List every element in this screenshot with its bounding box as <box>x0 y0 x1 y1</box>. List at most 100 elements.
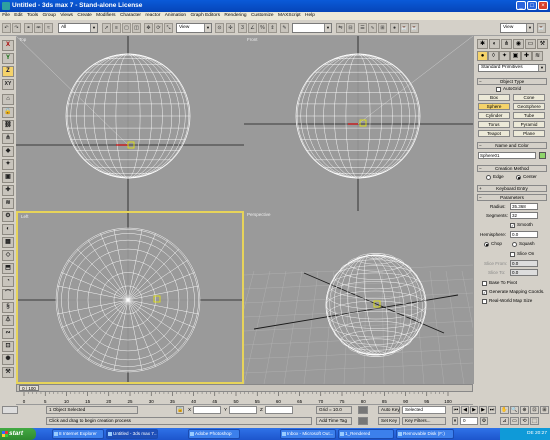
fence-icon[interactable]: ⌂ <box>2 94 14 105</box>
viewport-perspective[interactable]: Perspective <box>244 211 473 384</box>
sphere-button[interactable]: Sphere <box>478 103 510 110</box>
selection-filter-dropdown[interactable]: All ▼ <box>58 23 98 33</box>
object-name-input[interactable]: Sphere01 <box>478 152 536 159</box>
menu-customize[interactable]: Customize <box>249 12 276 20</box>
edge-radio[interactable] <box>486 175 491 180</box>
redo-icon[interactable]: ↷ <box>12 23 21 33</box>
menu-maxscript[interactable]: MAXScript <box>276 12 303 20</box>
lock-icon[interactable]: 🔒 <box>2 107 14 118</box>
geometry-icon[interactable]: ● <box>477 51 488 61</box>
unlink-icon[interactable]: ⚮ <box>34 23 43 33</box>
taskbar-item[interactable]: 1_Rendered <box>338 429 394 439</box>
maximize-button[interactable]: □ <box>527 1 537 10</box>
previous-frame-icon[interactable]: ◀ <box>461 406 469 414</box>
add-time-tag-button[interactable]: Add Time Tag <box>316 417 352 425</box>
next-frame-icon[interactable]: ▶ <box>479 406 487 414</box>
go-to-end-icon[interactable]: ⏭ <box>488 406 496 414</box>
link-icon[interactable]: ⛓ <box>2 120 14 131</box>
object-type-rollout[interactable]: − Object Type <box>477 78 547 85</box>
lights-icon[interactable]: ✦ <box>499 51 510 61</box>
menu-rendering[interactable]: Rendering <box>222 12 249 20</box>
z-axis-constraint-button[interactable]: Z <box>2 66 14 77</box>
key-mode-toggle-icon[interactable]: ⏸ <box>452 417 458 425</box>
hierarchy-tab-icon[interactable]: ⋔ <box>501 39 512 49</box>
menu-group[interactable]: Group <box>40 12 58 20</box>
select-link-icon[interactable]: ⚭ <box>24 23 33 33</box>
key-filters-button[interactable]: Key Filters... <box>402 417 446 425</box>
z-coord-input[interactable] <box>265 406 293 414</box>
systems-icon[interactable]: ⚙ <box>2 211 14 222</box>
modifier-icon[interactable]: ◐ <box>2 224 14 235</box>
start-button[interactable]: start <box>0 428 36 440</box>
radius-input[interactable]: 35.368 <box>510 203 538 210</box>
unwrap-icon[interactable]: ▦ <box>2 237 14 248</box>
x-coord-input[interactable] <box>193 406 221 414</box>
primitive-category-dropdown[interactable]: Standard Primitives ▼ <box>478 64 546 72</box>
creation-method-rollout[interactable]: − Creation Method <box>477 165 547 172</box>
real-world-map-checkbox[interactable] <box>482 299 487 304</box>
shapes-icon[interactable]: ◆ <box>2 146 14 157</box>
taskbar-item[interactable]: Inbox - Microsoft Out... <box>280 429 336 439</box>
tube-button[interactable]: Tube <box>513 112 545 119</box>
taper-icon[interactable]: ⏃ <box>2 315 14 326</box>
time-slider[interactable]: 0 / 100 <box>16 384 473 392</box>
extrude-icon[interactable]: ⬒ <box>2 263 14 274</box>
viewport-top[interactable]: Top <box>16 36 244 211</box>
generate-mapping-checkbox[interactable]: ✓ <box>482 290 487 295</box>
utilities-icon[interactable]: ⚒ <box>2 367 14 378</box>
render-last-icon[interactable]: ☕ <box>537 23 546 33</box>
quick-render-icon[interactable]: ☕ <box>410 23 419 33</box>
material-editor-icon[interactable]: ● <box>390 23 399 33</box>
hemisphere-input[interactable]: 0.0 <box>510 231 538 238</box>
smooth-checkbox[interactable]: ✓ <box>510 223 515 228</box>
pyramid-button[interactable]: Pyramid <box>513 121 545 128</box>
hierarchy-icon[interactable]: ⋔ <box>2 133 14 144</box>
bend-icon[interactable]: ⌒ <box>2 289 14 300</box>
edit-named-selection-icon[interactable]: ✎ <box>280 23 289 33</box>
base-to-pivot-checkbox[interactable] <box>482 281 487 286</box>
utilities-tab-icon[interactable]: ⚒ <box>537 39 548 49</box>
menu-reactor[interactable]: reactor <box>143 12 162 20</box>
region-zoom-icon[interactable]: ▭ <box>510 417 519 425</box>
display-tab-icon[interactable]: ▭ <box>525 39 536 49</box>
select-manipulate-icon[interactable]: ✣ <box>226 23 235 33</box>
menu-modifiers[interactable]: Modifiers <box>94 12 118 20</box>
box-button[interactable]: Box <box>478 94 510 101</box>
geosphere-button[interactable]: GeoSphere <box>513 103 545 110</box>
name-and-color-rollout[interactable]: − Name and Color <box>477 142 547 149</box>
create-tab-icon[interactable]: ✱ <box>477 39 488 49</box>
helpers-icon[interactable]: ✚ <box>521 51 532 61</box>
space-warps-icon[interactable]: ≋ <box>2 198 14 209</box>
arc-rotate-icon[interactable]: ⟲ <box>520 417 529 425</box>
render-effects-icon[interactable]: ✺ <box>2 354 14 365</box>
render-type-dropdown[interactable]: View ▼ <box>500 23 534 33</box>
shapes-icon[interactable]: ◊ <box>488 51 499 61</box>
motion-tab-icon[interactable]: ◉ <box>513 39 524 49</box>
object-color-swatch[interactable] <box>539 152 546 159</box>
camera-icon[interactable]: ▣ <box>2 172 14 183</box>
time-configuration-icon[interactable]: ⚙ <box>480 417 488 425</box>
close-button[interactable]: × <box>538 1 548 10</box>
helpers-icon[interactable]: ✚ <box>2 185 14 196</box>
slice-from-input[interactable]: 0.0 <box>510 260 538 267</box>
set-key-icon[interactable] <box>358 406 368 414</box>
pan-icon[interactable]: ✋ <box>500 406 509 414</box>
viewport-left[interactable]: Left <box>16 211 244 384</box>
noise-icon[interactable]: ∾ <box>2 328 14 339</box>
maximize-viewport-icon[interactable]: ⬚ <box>530 417 539 425</box>
taskbar-item[interactable]: Adobe Photoshop <box>188 429 240 439</box>
bind-space-warp-icon[interactable]: ≈ <box>44 23 53 33</box>
undo-icon[interactable]: ↶ <box>2 23 11 33</box>
menu-tools[interactable]: Tools <box>25 12 41 20</box>
menu-file[interactable]: File <box>0 12 12 20</box>
align-icon[interactable]: ⊟ <box>346 23 355 33</box>
percent-snap-icon[interactable]: % <box>258 23 267 33</box>
y-axis-constraint-button[interactable]: Y <box>2 53 14 64</box>
keyboard-entry-rollout[interactable]: + Keyboard Entry <box>477 185 547 192</box>
menu-graph-editors[interactable]: Graph Editors <box>188 12 222 20</box>
taskbar-item[interactable]: Untitled - 3ds max 7... <box>106 429 158 439</box>
spinner-snap-icon[interactable]: ⇕ <box>268 23 277 33</box>
x-axis-constraint-button[interactable]: X <box>2 40 14 51</box>
zoom-icon[interactable]: 🔍 <box>510 406 519 414</box>
render-scene-icon[interactable]: ☕ <box>400 23 409 33</box>
